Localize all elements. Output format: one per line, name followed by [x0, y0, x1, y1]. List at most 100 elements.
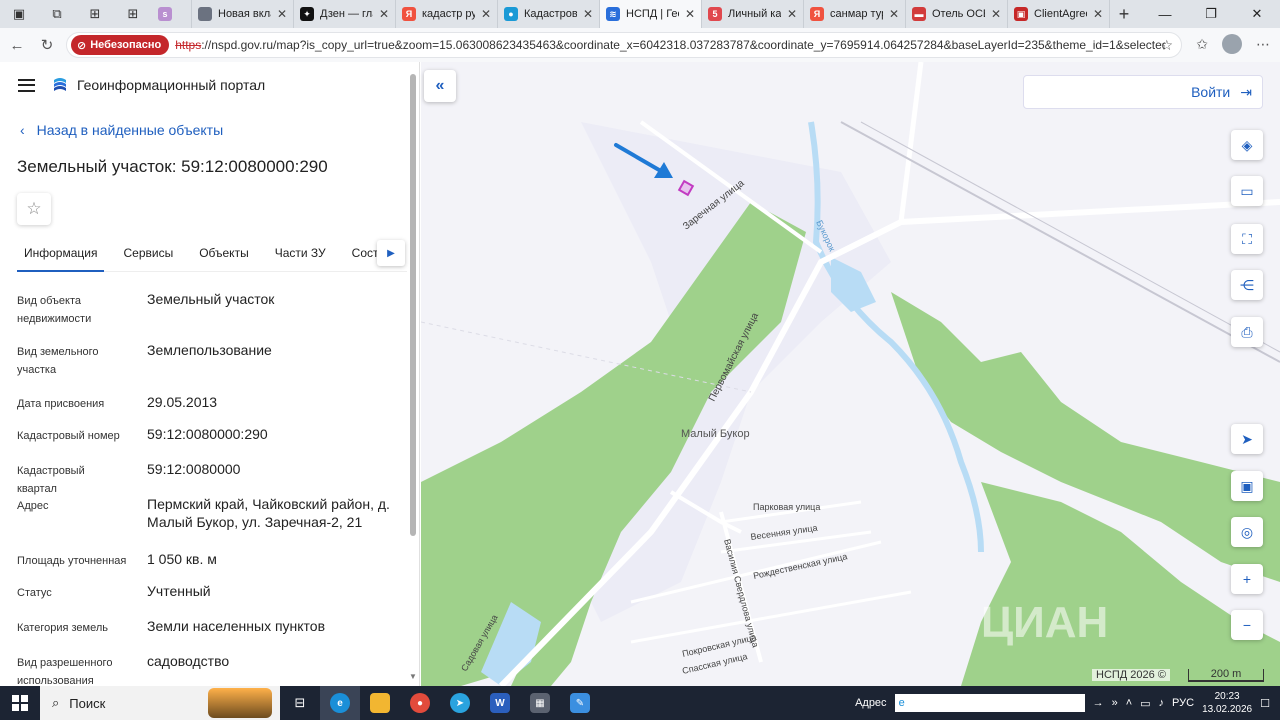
search-label: Поиск — [69, 695, 106, 711]
info-tab[interactable]: Объекты — [192, 242, 256, 272]
label-parkovaya: Парковая улица — [753, 502, 820, 512]
minimize-icon[interactable]: — — [1142, 0, 1188, 28]
print-button[interactable]: ⎙ — [1231, 317, 1263, 347]
paint-icon: ✎ — [570, 693, 590, 713]
browser-tab[interactable]: ≋ НСПД | Гео ✕ — [600, 0, 702, 28]
info-tabs: Информация Сервисы Объекты Части ЗУ Соста ▶ — [17, 240, 407, 272]
browser-tab[interactable]: ● Кадастров ✕ — [498, 0, 600, 28]
attribute-value: 29.05.2013 — [147, 394, 218, 410]
maximize-icon[interactable]: ❐ — [1188, 0, 1234, 28]
map-canvas[interactable]: Малый Букор Заречная улица Первомайская … — [421, 62, 1280, 686]
overflow-icon[interactable]: » — [1112, 697, 1118, 709]
new-tab-button[interactable]: + — [1110, 0, 1138, 28]
map-attribution[interactable]: НСПД 2026 © — [1092, 669, 1170, 681]
tab-close-icon[interactable]: ✕ — [583, 7, 593, 21]
back-arrow-icon[interactable]: ← — [2, 37, 32, 54]
taskbar-calculator[interactable]: ▦ — [520, 686, 560, 720]
tab-title: Новая вкла — [218, 8, 271, 20]
collapse-panel-button[interactable]: « — [424, 70, 456, 102]
tab-title: санмар тур — [830, 8, 883, 20]
star-icon: ☆ — [26, 199, 42, 218]
taskbar-chrome[interactable]: ● — [400, 686, 440, 720]
back-to-results-link[interactable]: ‹ Назад в найденные объекты — [20, 122, 223, 138]
taskbar-word[interactable]: W — [480, 686, 520, 720]
measure-button[interactable]: ▭ — [1231, 176, 1263, 206]
go-arrow-icon[interactable]: → — [1093, 697, 1104, 709]
browser-tab[interactable]: ▬ Отель ОСЕ ✕ — [906, 0, 1008, 28]
notifications-icon[interactable]: ☐ — [1260, 697, 1270, 710]
tab-title: Кадастров — [524, 8, 577, 20]
tab-close-icon[interactable]: ✕ — [277, 7, 287, 21]
more-icon[interactable]: ⋯ — [1256, 36, 1270, 53]
layers-button[interactable]: ◈ — [1231, 130, 1263, 160]
address-toolbar-input[interactable]: e — [894, 694, 1085, 712]
info-tab[interactable]: Части ЗУ — [268, 242, 333, 272]
insecure-badge[interactable]: ⊘ Небезопасно — [71, 35, 170, 55]
windows-taskbar: ⌕ Поиск ⊟ e ● ➤ W ▦ ✎ Адрес e → » ˄ ▭ ♪ … — [0, 686, 1280, 720]
zoom-out-button[interactable]: − — [1231, 610, 1263, 640]
clock[interactable]: 20:23 13.02.2026 — [1202, 690, 1252, 716]
share-button[interactable]: ⋲ — [1231, 270, 1263, 300]
start-button[interactable] — [0, 695, 40, 711]
info-tab[interactable]: Сервисы — [116, 242, 180, 272]
close-window-icon[interactable]: ✕ — [1234, 0, 1280, 28]
attribute-value: 59:12:0080000:290 — [147, 426, 268, 442]
attribute-key: Дата присвоения — [17, 398, 105, 410]
tab-close-icon[interactable]: ✕ — [379, 7, 389, 21]
task-view-button[interactable]: ⊟ — [280, 686, 320, 720]
clock-date: 13.02.2026 — [1202, 704, 1253, 715]
tab-favicon-icon: s — [158, 7, 172, 21]
info-tab[interactable]: Информация — [17, 242, 105, 272]
favorite-star-button[interactable]: ☆ — [17, 193, 51, 225]
tab-close-icon[interactable]: ✕ — [481, 7, 491, 21]
tab-close-icon[interactable]: ✕ — [685, 7, 695, 21]
url-rest: ://nspd.gov.ru/map?is_copy_url=true&zoom… — [201, 38, 1166, 52]
volume-icon[interactable]: ♪ — [1159, 697, 1165, 709]
tray-chevron-icon[interactable]: ˄ — [1126, 697, 1132, 709]
search-location-button[interactable]: ◎ — [1231, 517, 1263, 547]
collections-icon[interactable]: ⊞ — [76, 0, 114, 28]
tab-close-icon[interactable]: ✕ — [1093, 7, 1103, 21]
bookmark-star-icon[interactable]: ☆ — [1160, 37, 1173, 54]
browser-tab[interactable]: Новая вкла ✕ — [192, 0, 294, 28]
portal-logo[interactable]: Геоинформационный портал — [51, 76, 265, 94]
login-button[interactable]: Войти ⇥ — [1023, 75, 1263, 109]
attribute-value: Земельный участок — [147, 291, 275, 307]
attribute-key: Адрес — [17, 500, 49, 512]
network-icon[interactable]: ▭ — [1140, 697, 1150, 710]
tab-close-icon[interactable]: ✕ — [889, 7, 899, 21]
url-field[interactable]: ⊘ Небезопасно https://nspd.gov.ru/map?is_… — [66, 32, 1182, 58]
taskbar-paint[interactable]: ✎ — [560, 686, 600, 720]
tabs-scroll-right-button[interactable]: ▶ — [377, 240, 405, 266]
collections-icon-2[interactable]: ⊞ — [114, 0, 152, 28]
taskbar-search[interactable]: ⌕ Поиск — [40, 686, 280, 720]
taskbar-edge[interactable]: e — [320, 686, 360, 720]
login-label: Войти — [1191, 84, 1231, 100]
hamburger-menu-icon[interactable] — [18, 78, 35, 92]
tab-close-icon[interactable]: ✕ — [991, 7, 1001, 21]
scroll-down-icon[interactable]: ▼ — [409, 672, 417, 681]
tab-title: Дзен — гла — [320, 8, 373, 20]
workspaces-icon[interactable]: ▣ — [0, 0, 38, 28]
browser-tab[interactable]: s — [152, 0, 192, 28]
browser-tab[interactable]: Якадастр ру ✕ — [396, 0, 498, 28]
attribute-key: Кадастровый номер — [17, 430, 120, 442]
favorites-icon[interactable]: ✩ — [1196, 36, 1208, 53]
browser-tab[interactable]: ✦ Дзен — гла ✕ — [294, 0, 396, 28]
reload-icon[interactable]: ↻ — [32, 36, 62, 54]
tab-actions-icon[interactable]: ⧉ — [38, 0, 76, 28]
browser-tab[interactable]: Ясанмар тур ✕ — [804, 0, 906, 28]
profile-avatar[interactable] — [1222, 34, 1242, 54]
tab-close-icon[interactable]: ✕ — [787, 7, 797, 21]
browser-tab[interactable]: 5 Личный ка ✕ — [702, 0, 804, 28]
locate-button[interactable]: ➤ — [1231, 424, 1263, 454]
tab-favicon-icon: ✦ — [300, 7, 314, 21]
select-area-button[interactable]: ⛶ — [1231, 224, 1263, 254]
language-indicator[interactable]: РУС — [1172, 697, 1194, 709]
taskbar-explorer[interactable] — [360, 686, 400, 720]
taskbar-telegram[interactable]: ➤ — [440, 686, 480, 720]
browser-tab[interactable]: ▣ ClientAgree ✕ — [1008, 0, 1110, 28]
basemap-button[interactable]: ▣ — [1231, 471, 1263, 501]
panel-scrollbar[interactable] — [410, 74, 416, 536]
zoom-in-button[interactable]: + — [1231, 564, 1263, 594]
